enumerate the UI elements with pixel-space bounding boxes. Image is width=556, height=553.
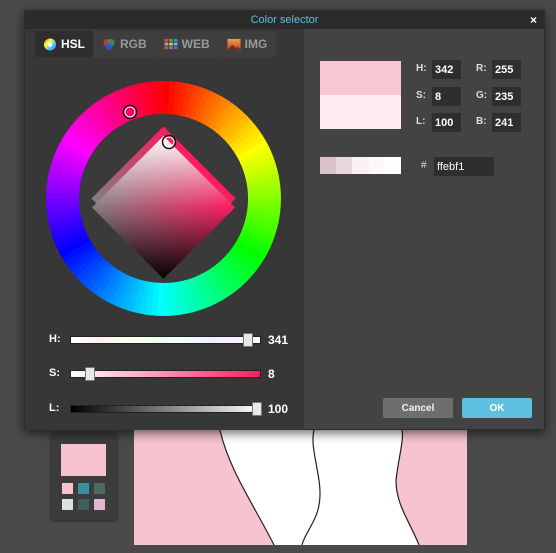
dialog-titlebar[interactable]: Color selector × (25, 11, 544, 29)
hue-wheel-svg (45, 81, 281, 316)
blue-input[interactable] (492, 113, 521, 132)
green-input[interactable] (492, 87, 521, 106)
saturation-slider-value: 8 (268, 367, 275, 381)
hue-wheel[interactable] (45, 81, 281, 316)
tab-rgb[interactable]: RGB (94, 31, 155, 57)
green-field-label: G: (476, 90, 488, 101)
hue-slider[interactable] (70, 333, 261, 347)
lightness-slider-label: L: (49, 402, 60, 414)
history-swatch[interactable] (352, 157, 369, 174)
red-input[interactable] (492, 60, 521, 79)
rgb-circles-icon (103, 38, 115, 50)
saturation-slider-row: S: 8 (25, 367, 304, 381)
lightness-slider[interactable] (70, 402, 262, 416)
current-color-swatch[interactable] (61, 444, 106, 476)
mode-tabs: HSL RGB WEB IMG (35, 31, 277, 57)
picker-pane: HSL RGB WEB IMG H: 341 S: 8 L: 100 (25, 29, 304, 430)
lightness-slider-row: L: 100 (25, 402, 304, 416)
hue-slider-value: 341 (268, 333, 289, 347)
image-icon (227, 38, 241, 50)
old-color-preview[interactable] (320, 95, 401, 129)
history-swatch[interactable] (320, 157, 337, 174)
canvas-drawing (219, 429, 420, 545)
new-color-preview (320, 61, 401, 95)
hue-input[interactable] (432, 60, 461, 79)
close-icon[interactable]: × (530, 13, 537, 27)
dialog-title: Color selector (250, 14, 319, 26)
hex-label: # (421, 160, 427, 171)
lightness-slider-thumb[interactable] (252, 402, 262, 416)
palette-swatch[interactable] (78, 499, 89, 510)
hsl-wheel-icon (43, 37, 57, 51)
color-selector-dialog: Color selector × HSL RGB WEB IMG H: 341 … (24, 10, 545, 430)
palette-swatch-grid (62, 483, 106, 510)
palette-panel (51, 432, 117, 520)
tab-web-label: WEB (181, 37, 210, 51)
palette-swatch[interactable] (94, 483, 105, 494)
web-grid-icon (164, 38, 178, 49)
palette-swatch[interactable] (62, 499, 73, 510)
color-history (320, 157, 402, 174)
history-swatch[interactable] (384, 157, 402, 174)
saturation-field-label: S: (416, 90, 426, 101)
lightness-slider-value: 100 (268, 402, 289, 416)
values-pane: H: R: S: G: L: B: (304, 29, 545, 430)
history-swatch[interactable] (336, 157, 353, 174)
tab-hsl[interactable]: HSL (35, 31, 93, 57)
tab-web[interactable]: WEB (155, 31, 218, 57)
saturation-slider[interactable] (70, 367, 261, 381)
drawing-canvas[interactable] (134, 410, 467, 545)
saturation-input[interactable] (432, 87, 461, 106)
tab-img[interactable]: IMG (218, 31, 276, 57)
hex-input[interactable] (434, 157, 494, 176)
saturation-slider-thumb[interactable] (85, 367, 96, 381)
hue-slider-row: H: 341 (25, 333, 304, 347)
red-field-label: R: (476, 63, 487, 74)
palette-swatch[interactable] (94, 499, 105, 510)
hue-slider-label: H: (49, 333, 61, 345)
saturation-slider-label: S: (49, 367, 60, 379)
palette-swatch[interactable] (62, 483, 73, 494)
lightness-input[interactable] (432, 113, 461, 132)
ok-button[interactable]: OK (462, 398, 532, 418)
hue-field-label: H: (416, 63, 427, 74)
history-swatch[interactable] (368, 157, 385, 174)
lightness-field-label: L: (416, 116, 426, 127)
tab-hsl-label: HSL (61, 37, 85, 51)
tab-img-label: IMG (244, 37, 268, 51)
palette-swatch[interactable] (78, 483, 89, 494)
tab-rgb-label: RGB (120, 37, 147, 51)
cancel-button[interactable]: Cancel (383, 398, 453, 418)
hue-slider-thumb[interactable] (242, 333, 253, 347)
blue-field-label: B: (476, 116, 487, 127)
